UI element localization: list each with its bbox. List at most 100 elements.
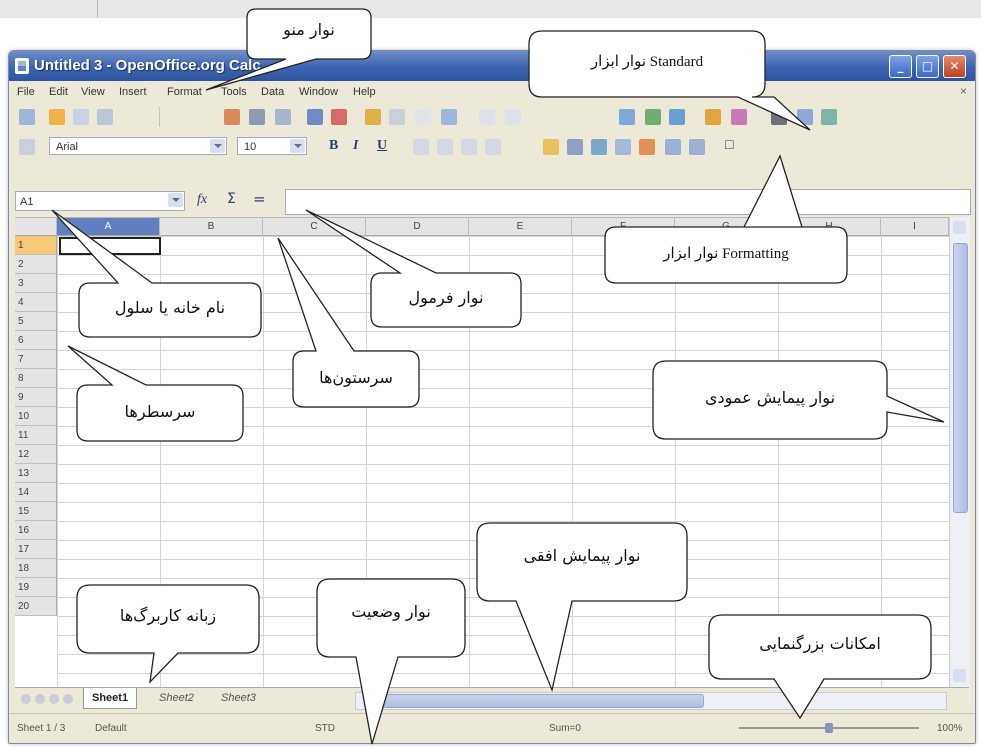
select-all-corner[interactable] — [15, 218, 57, 236]
scroll-down-arrow-icon[interactable] — [953, 669, 966, 682]
previous-sheet-icon[interactable] — [35, 694, 45, 704]
next-sheet-icon[interactable] — [49, 694, 59, 704]
show-draw-functions-icon[interactable] — [731, 109, 747, 125]
column-header-b[interactable]: B — [160, 218, 263, 236]
chevron-down-icon[interactable] — [290, 139, 305, 153]
row-header-6[interactable]: 6 — [15, 331, 57, 350]
row-header-10[interactable]: 10 — [15, 407, 57, 426]
title-bar[interactable]: Untitled 3 - OpenOffice.org Calc _ □ ✕ — [9, 51, 975, 81]
row-header-15[interactable]: 15 — [15, 502, 57, 521]
column-header-e[interactable]: E — [469, 218, 572, 236]
column-header-d[interactable]: D — [366, 218, 469, 236]
sort-ascending-icon[interactable] — [645, 109, 661, 125]
menu-format[interactable]: Format — [167, 86, 202, 98]
row-header-19[interactable]: 19 — [15, 578, 57, 597]
standard-format-icon[interactable] — [591, 139, 607, 155]
menu-window[interactable]: Window — [299, 86, 338, 98]
align-center-icon[interactable] — [437, 139, 453, 155]
last-sheet-icon[interactable] — [63, 694, 73, 704]
function-icon[interactable]: = — [253, 190, 266, 208]
redo-icon[interactable] — [505, 109, 521, 125]
add-decimal-icon[interactable] — [615, 139, 631, 155]
row-header-1[interactable]: 1 — [15, 236, 57, 255]
menu-insert[interactable]: Insert — [119, 86, 147, 98]
zoom-slider[interactable] — [739, 723, 919, 733]
menu-edit[interactable]: Edit — [49, 86, 68, 98]
sheet-tab-sheet2[interactable]: Sheet2 — [151, 688, 202, 708]
menu-tools[interactable]: Tools — [221, 86, 247, 98]
sheet-tab-sheet1[interactable]: Sheet1 — [83, 688, 138, 709]
undo-icon[interactable] — [479, 109, 495, 125]
print-icon[interactable] — [249, 109, 265, 125]
zoom-slider-knob[interactable] — [825, 723, 833, 733]
sort-descending-icon[interactable] — [669, 109, 685, 125]
currency-format-icon[interactable] — [543, 139, 559, 155]
row-header-5[interactable]: 5 — [15, 312, 57, 331]
scroll-up-arrow-icon[interactable] — [953, 221, 966, 234]
align-right-icon[interactable] — [461, 139, 477, 155]
borders-button[interactable]: □ — [725, 138, 733, 154]
justify-icon[interactable] — [485, 139, 501, 155]
close-button[interactable]: ✕ — [943, 55, 966, 78]
sheet-tab-sheet3[interactable]: Sheet3 — [213, 688, 264, 708]
status-page-style[interactable]: Default — [95, 723, 127, 734]
row-header-16[interactable]: 16 — [15, 521, 57, 540]
chevron-down-icon[interactable] — [210, 139, 225, 153]
formula-input[interactable] — [285, 189, 971, 215]
row-header-12[interactable]: 12 — [15, 445, 57, 464]
underline-button[interactable]: U — [377, 138, 387, 154]
autospellcheck-icon[interactable] — [331, 109, 347, 125]
vertical-scroll-thumb[interactable] — [953, 243, 968, 513]
row-header-17[interactable]: 17 — [15, 540, 57, 559]
row-header-18[interactable]: 18 — [15, 559, 57, 578]
row-header-7[interactable]: 7 — [15, 350, 57, 369]
menu-help[interactable]: Help — [353, 86, 376, 98]
align-left-icon[interactable] — [413, 139, 429, 155]
mail-icon[interactable] — [97, 109, 113, 125]
status-insert-mode[interactable]: STD — [315, 723, 335, 734]
export-pdf-icon[interactable] — [224, 109, 240, 125]
menu-data[interactable]: Data — [261, 86, 284, 98]
font-name-box[interactable]: Arial — [49, 137, 227, 155]
horizontal-scroll-thumb[interactable] — [382, 694, 704, 708]
increase-indent-icon[interactable] — [665, 139, 681, 155]
row-header-3[interactable]: 3 — [15, 274, 57, 293]
horizontal-scrollbar[interactable] — [355, 692, 947, 710]
first-sheet-icon[interactable] — [21, 694, 31, 704]
italic-button[interactable]: I — [353, 138, 358, 154]
paste-icon[interactable] — [415, 109, 431, 125]
styles-icon[interactable] — [19, 139, 35, 155]
sum-icon[interactable]: Σ — [227, 191, 236, 207]
open-icon[interactable] — [49, 109, 65, 125]
close-document-icon[interactable]: × — [960, 84, 967, 98]
row-header-4[interactable]: 4 — [15, 293, 57, 312]
clone-formatting-icon[interactable] — [441, 109, 457, 125]
vertical-scrollbar[interactable] — [949, 217, 970, 707]
row-header-13[interactable]: 13 — [15, 464, 57, 483]
row-header-9[interactable]: 9 — [15, 388, 57, 407]
row-header-2[interactable]: 2 — [15, 255, 57, 274]
row-header-20[interactable]: 20 — [15, 597, 57, 616]
gallery-icon[interactable] — [821, 109, 837, 125]
column-header-i[interactable]: I — [881, 218, 949, 236]
percent-format-icon[interactable] — [567, 139, 583, 155]
save-icon[interactable] — [73, 109, 89, 125]
row-header-11[interactable]: 11 — [15, 426, 57, 445]
new-document-icon[interactable] — [19, 109, 35, 125]
cut-icon[interactable] — [365, 109, 381, 125]
copy-icon[interactable] — [389, 109, 405, 125]
row-header-8[interactable]: 8 — [15, 369, 57, 388]
font-size-box[interactable]: 10 — [237, 137, 307, 155]
bold-button[interactable]: B — [329, 138, 338, 154]
row-header-14[interactable]: 14 — [15, 483, 57, 502]
menu-file[interactable]: File — [17, 86, 35, 98]
chevron-down-icon[interactable] — [168, 193, 183, 207]
function-wizard-icon[interactable]: fx — [197, 192, 207, 208]
minimize-button[interactable]: _ — [889, 55, 912, 78]
maximize-button[interactable]: □ — [916, 55, 939, 78]
zoom-level[interactable]: 100% — [937, 723, 963, 734]
menu-view[interactable]: View — [81, 86, 105, 98]
page-preview-icon[interactable] — [275, 109, 291, 125]
decrease-indent-icon[interactable] — [689, 139, 705, 155]
spellcheck-icon[interactable] — [307, 109, 323, 125]
